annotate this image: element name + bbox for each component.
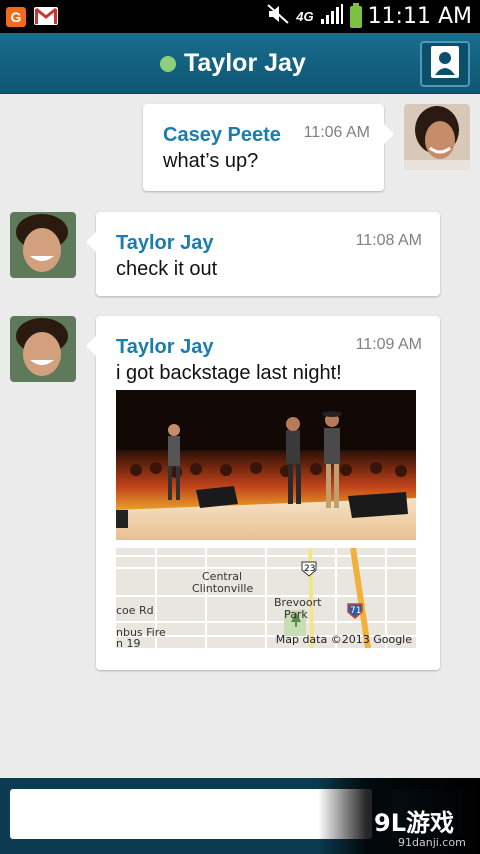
watermark-brand: 9L游戏 <box>374 809 454 837</box>
avatar-taylor[interactable] <box>10 316 76 382</box>
online-status-icon <box>160 55 176 72</box>
map-label-n19: n 19 <box>116 637 141 648</box>
map-attribution: Map data ©2013 Google <box>275 633 412 646</box>
mute-icon <box>266 3 290 30</box>
message-time: 11:08 AM <box>355 232 422 249</box>
message-sender: Casey Peete <box>163 124 281 146</box>
signal-icon <box>320 3 344 30</box>
avatar-casey[interactable] <box>404 104 470 170</box>
system-icons: 4G 11:11 AM <box>266 0 472 33</box>
page-title: Taylor Jay <box>184 49 306 77</box>
map-label-clintonville: Clintonville <box>192 582 254 595</box>
gmail-icon <box>34 6 58 25</box>
map-label-park: Park <box>284 608 308 621</box>
watermark-url: 91danji.com <box>398 836 466 849</box>
contact-icon <box>430 45 460 84</box>
message-time: 11:06 AM <box>303 124 370 141</box>
message-bubble-outgoing[interactable]: Casey Peete 11:06 AM what’s up? <box>143 104 394 191</box>
message-bubble-incoming[interactable]: Taylor Jay 11:08 AM check it out <box>86 212 440 296</box>
message-text: check it out <box>116 258 218 280</box>
message-bubble-incoming[interactable]: Taylor Jay 11:09 AM i got backstage last… <box>86 316 440 670</box>
network-type: 4G <box>296 9 314 24</box>
status-bar: G 4G 11:11 AM <box>0 0 480 33</box>
map-route-71: 71 <box>350 606 362 616</box>
message-time: 11:09 AM <box>355 336 422 353</box>
map-route-23: 23 <box>304 564 316 574</box>
contact-title: Taylor Jay <box>160 33 306 94</box>
photo-attachment[interactable] <box>116 390 416 540</box>
app-notification-icon: G <box>6 6 26 27</box>
message-text: i got backstage last night! <box>116 362 342 384</box>
contact-card-button[interactable] <box>420 41 470 87</box>
map-label-coe-rd: coe Rd <box>116 604 154 617</box>
message-sender: Taylor Jay <box>116 336 214 358</box>
message-text: what’s up? <box>163 150 259 172</box>
map-attachment[interactable]: 23 71 Central Clintonville Brevoort Park… <box>116 548 416 648</box>
notification-icons: G <box>0 6 58 27</box>
message-sender: Taylor Jay <box>116 232 214 254</box>
battery-icon <box>349 2 362 28</box>
avatar-taylor[interactable] <box>10 212 76 278</box>
conversation-header: Taylor Jay <box>0 33 480 94</box>
clock: 11:11 AM <box>367 4 472 29</box>
